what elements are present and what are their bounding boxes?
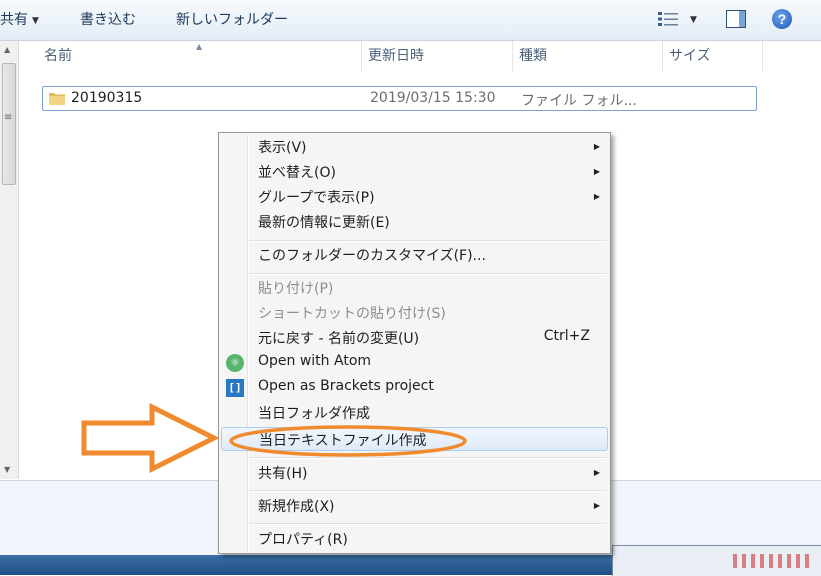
scroll-up-icon[interactable]: ▲	[4, 45, 10, 54]
menu-item-sort[interactable]: 並べ替え(O) ▶	[221, 160, 608, 184]
menu-item-paste[interactable]: 貼り付け(P)	[221, 276, 608, 300]
menu-separator	[249, 240, 606, 242]
menu-item-refresh[interactable]: 最新の情報に更新(E)	[221, 210, 608, 234]
share-dropdown-icon: ▼	[32, 16, 39, 26]
file-name: 20190315	[71, 90, 143, 106]
navigation-scrollbar[interactable]: ▲ ▼	[0, 41, 19, 479]
file-type: ファイル フォル...	[521, 93, 637, 109]
command-bar: 共有 ▼ 書き込む 新しいフォルダー ▼ ?	[0, 0, 821, 41]
chevron-right-icon: ▶	[593, 501, 600, 510]
menu-item-customize[interactable]: このフォルダーのカスタマイズ(F)...	[221, 243, 608, 267]
help-icon[interactable]: ?	[772, 9, 792, 29]
scroll-thumb[interactable]	[2, 63, 16, 185]
chevron-right-icon: ▶	[593, 167, 600, 176]
file-date: 2019/03/15 15:30	[370, 90, 496, 106]
menu-item-open-atom[interactable]: ⚛ Open with Atom	[221, 351, 608, 375]
chevron-right-icon: ▶	[593, 142, 600, 151]
chevron-right-icon: ▶	[593, 468, 600, 477]
menu-item-customize-label: このフォルダーのカスタマイズ(F)...	[258, 248, 486, 264]
menu-item-properties-label: プロパティ(R)	[258, 532, 348, 548]
view-options-icon[interactable]	[658, 11, 678, 27]
preview-pane-icon[interactable]	[726, 10, 746, 28]
menu-item-undo-label: 元に戻す - 名前の変更(U)	[258, 331, 420, 347]
share-button-label: 共有	[0, 12, 28, 28]
background-window	[612, 545, 821, 576]
menu-item-open-brackets-label: Open as Brackets project	[258, 378, 434, 394]
new-folder-button[interactable]: 新しいフォルダー	[176, 10, 288, 30]
menu-item-group[interactable]: グループで表示(P) ▶	[221, 185, 608, 209]
menu-item-refresh-label: 最新の情報に更新(E)	[258, 215, 390, 231]
menu-item-view[interactable]: 表示(V) ▶	[221, 135, 608, 159]
atom-icon: ⚛	[226, 354, 244, 372]
menu-item-today-folder[interactable]: 当日フォルダ作成	[221, 401, 608, 425]
menu-item-group-label: グループで表示(P)	[258, 190, 375, 206]
column-header-date[interactable]: 更新日時	[362, 41, 513, 71]
share-button[interactable]: 共有 ▼	[0, 10, 39, 30]
column-header-type[interactable]: 種類	[513, 41, 663, 71]
context-menu: 表示(V) ▶ 並べ替え(O) ▶ グループで表示(P) ▶ 最新の情報に更新(…	[218, 132, 611, 554]
menu-item-undo-shortcut: Ctrl+Z	[543, 328, 590, 344]
menu-item-paste-label: 貼り付け(P)	[258, 281, 334, 297]
menu-separator	[249, 490, 606, 492]
sort-ascending-icon: ▲	[196, 42, 203, 51]
column-header-size[interactable]: サイズ	[663, 41, 763, 71]
menu-item-share-label: 共有(H)	[258, 466, 308, 482]
folder-icon	[49, 93, 65, 105]
file-row[interactable]: 20190315 2019/03/15 15:30 ファイル フォル...	[42, 86, 757, 111]
menu-item-properties[interactable]: プロパティ(R)	[221, 527, 608, 551]
menu-item-today-folder-label: 当日フォルダ作成	[258, 406, 370, 422]
scroll-down-icon[interactable]: ▼	[4, 465, 10, 474]
menu-separator	[249, 523, 606, 525]
menu-item-undo[interactable]: 元に戻す - 名前の変更(U) Ctrl+Z	[221, 326, 608, 350]
menu-item-open-atom-label: Open with Atom	[258, 353, 372, 369]
menu-item-paste-shortcut-label: ショートカットの貼り付け(S)	[258, 306, 446, 322]
menu-separator	[249, 273, 606, 275]
menu-item-open-brackets[interactable]: [] Open as Brackets project	[221, 376, 608, 400]
menu-item-sort-label: 並べ替え(O)	[258, 165, 336, 181]
menu-item-new[interactable]: 新規作成(X) ▶	[221, 494, 608, 518]
burn-button[interactable]: 書き込む	[80, 10, 136, 30]
annotation-ellipse	[229, 425, 467, 457]
menu-item-paste-shortcut[interactable]: ショートカットの貼り付け(S)	[221, 301, 608, 325]
menu-item-view-label: 表示(V)	[258, 140, 307, 156]
menu-item-new-label: 新規作成(X)	[258, 499, 335, 515]
annotation-arrow-icon	[81, 403, 220, 473]
chevron-right-icon: ▶	[593, 192, 600, 201]
menu-item-share[interactable]: 共有(H) ▶	[221, 461, 608, 485]
view-dropdown-icon[interactable]: ▼	[690, 11, 697, 29]
brackets-icon: []	[226, 379, 244, 397]
